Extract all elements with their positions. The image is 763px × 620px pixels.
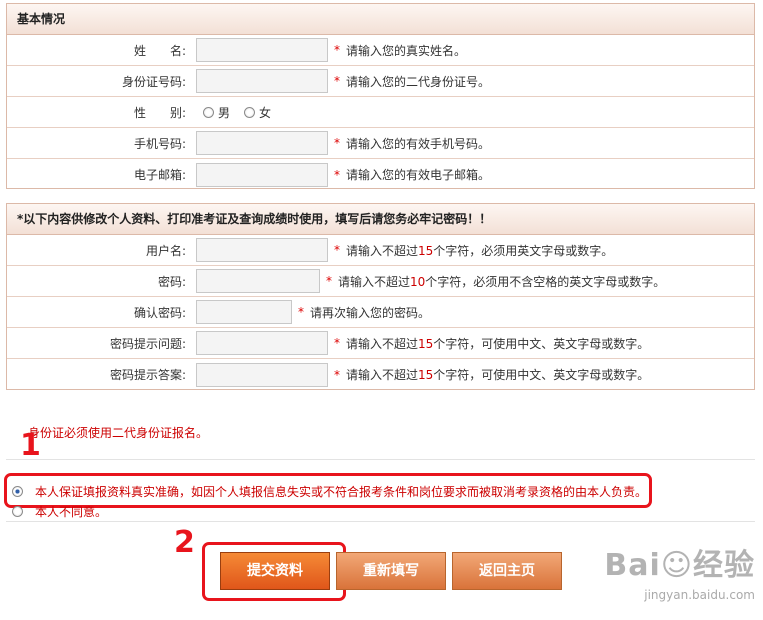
divider	[6, 521, 755, 522]
agree-option[interactable]: 本人保证填报资料真实准确，如因个人填报信息失实或不符合报考条件和岗位要求而被取消…	[12, 483, 647, 500]
disagree-radio[interactable]	[12, 506, 23, 517]
id-number-label: 身份证号码:	[121, 74, 186, 89]
required-mark: *	[334, 74, 340, 88]
disagree-text: 本人不同意。	[35, 505, 108, 519]
gender-female-label: 女	[259, 105, 272, 120]
required-mark: *	[334, 243, 340, 257]
required-mark: *	[334, 367, 340, 382]
agree-text: 本人保证填报资料真实准确，如因个人填报信息失实或不符合报考条件和岗位要求而被取消…	[35, 485, 648, 499]
hint-question-hint: 请输入不超过15个字符，可使用中文、英文字母或数字。	[346, 336, 650, 351]
id-number-input[interactable]	[196, 69, 328, 93]
name-hint: 请输入您的真实姓名。	[346, 43, 467, 58]
gender-male-radio[interactable]	[203, 106, 214, 118]
username-hint: 请输入不超过15个字符，必须用英文字母或数字。	[346, 243, 614, 258]
annotation-marker-1: 1	[20, 428, 41, 463]
hint-question-row: 密码提示问题: * 请输入不超过15个字符，可使用中文、英文字母或数字。	[7, 328, 754, 359]
divider	[6, 459, 755, 460]
username-label: 用户名:	[145, 243, 186, 258]
required-mark: *	[334, 43, 340, 57]
phone-input[interactable]	[196, 131, 328, 155]
basic-info-panel: 基本情况 姓 名: * 请输入您的真实姓名。 身份证号码: * 请输入您的二代身…	[6, 3, 755, 189]
back-home-button[interactable]: 返回主页	[452, 552, 562, 590]
email-input[interactable]	[196, 162, 328, 187]
account-info-panel: *以下内容供修改个人资料、打印准考证及查询成绩时使用，填写后请您务必牢记密码！！…	[6, 203, 755, 390]
id-card-note: 身份证必须使用二代身份证报名。	[28, 426, 209, 440]
account-info-title: *以下内容供修改个人资料、打印准考证及查询成绩时使用，填写后请您务必牢记密码！！	[7, 204, 754, 235]
gender-label: 性 别:	[133, 105, 186, 120]
password-row: 密码: * 请输入不超过10个字符，必须用不含空格的英文字母或数字。	[7, 266, 754, 297]
phone-hint: 请输入您的有效手机号码。	[346, 136, 491, 151]
name-label: 姓 名:	[133, 43, 186, 58]
phone-row: 手机号码: * 请输入您的有效手机号码。	[7, 128, 754, 159]
name-row: 姓 名: * 请输入您的真实姓名。	[7, 35, 754, 66]
email-label: 电子邮箱:	[133, 168, 186, 182]
disagree-option[interactable]: 本人不同意。	[12, 503, 107, 520]
hint-question-input[interactable]	[196, 331, 328, 355]
basic-info-title: 基本情况	[7, 4, 754, 35]
id-number-hint: 请输入您的二代身份证号。	[346, 74, 491, 89]
name-input[interactable]	[196, 38, 328, 62]
submit-button[interactable]: 提交资料	[220, 552, 330, 590]
gender-male-label: 男	[218, 105, 231, 120]
hint-answer-hint: 请输入不超过15个字符，可使用中文、英文字母或数字。	[346, 368, 650, 382]
required-mark: *	[298, 305, 304, 319]
id-number-row: 身份证号码: * 请输入您的二代身份证号。	[7, 66, 754, 97]
confirm-password-label: 确认密码:	[133, 305, 186, 320]
phone-label: 手机号码:	[133, 136, 186, 151]
password-hint: 请输入不超过10个字符，必须用不含空格的英文字母或数字。	[338, 274, 666, 289]
email-hint: 请输入您的有效电子邮箱。	[346, 168, 491, 182]
watermark-brand: Bai☺经验	[604, 548, 755, 583]
watermark-url: jingyan.baidu.com	[644, 588, 755, 602]
email-row: 电子邮箱: * 请输入您的有效电子邮箱。	[7, 159, 754, 190]
baidu-jingyan-watermark: Bai☺经验 jingyan.baidu.com	[604, 540, 755, 602]
password-input[interactable]	[196, 269, 320, 293]
required-mark: *	[326, 274, 332, 288]
required-mark: *	[334, 136, 340, 150]
username-input[interactable]	[196, 238, 328, 262]
hint-question-label: 密码提示问题:	[109, 336, 186, 351]
agree-radio[interactable]	[12, 486, 23, 497]
confirm-password-hint: 请再次输入您的密码。	[310, 305, 431, 320]
gender-options: 男 女	[203, 104, 281, 121]
hint-answer-input[interactable]	[196, 362, 328, 387]
reset-button[interactable]: 重新填写	[336, 552, 446, 590]
gender-female-radio[interactable]	[244, 106, 256, 118]
username-row: 用户名: * 请输入不超过15个字符，必须用英文字母或数字。	[7, 235, 754, 266]
annotation-marker-2: 2	[174, 525, 195, 560]
gender-row: 性 别: 男 女	[7, 97, 754, 128]
password-label: 密码:	[157, 274, 186, 289]
confirm-password-row: 确认密码: * 请再次输入您的密码。	[7, 297, 754, 328]
hint-answer-row: 密码提示答案: * 请输入不超过15个字符，可使用中文、英文字母或数字。	[7, 359, 754, 390]
confirm-password-input[interactable]	[196, 300, 292, 324]
hint-answer-label: 密码提示答案:	[109, 368, 186, 382]
required-mark: *	[334, 336, 340, 350]
required-mark: *	[334, 167, 340, 182]
